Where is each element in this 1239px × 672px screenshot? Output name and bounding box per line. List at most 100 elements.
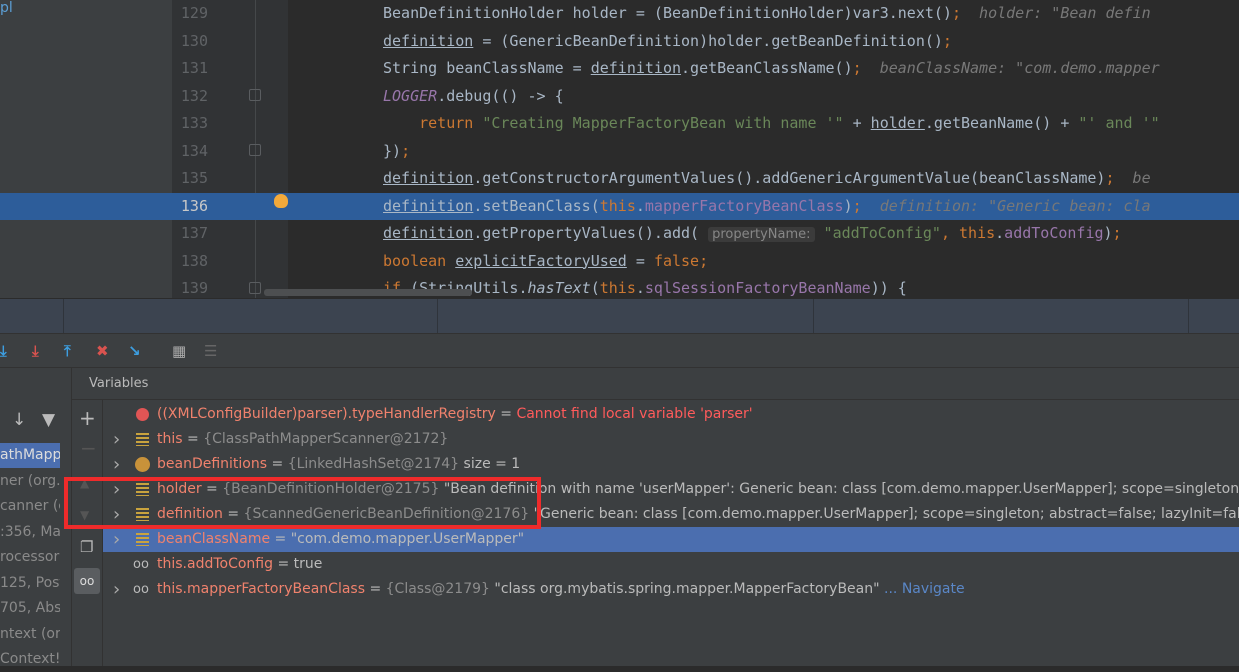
arrow-down-icon[interactable]: ↓: [12, 410, 26, 430]
code-line[interactable]: 129 BeanDefinitionHolder holder = (BeanDe…: [0, 0, 1239, 28]
frames-panel: ↓ ▼ athMappener (org.canner (c:356, Mapr…: [0, 368, 72, 667]
debug-toolbar: ⤓ ⤓ ⤒ ✖ ↘ ▦ ☰: [0, 333, 1239, 368]
code-token: ;: [852, 59, 862, 77]
inline-value-hint: beanClassName: "com.demo.mapper: [861, 59, 1160, 77]
code-text[interactable]: definition.getPropertyValues().add( prop…: [383, 220, 1122, 249]
variable-text: beanClassName = "com.demo.mapper.UserMap…: [157, 531, 525, 547]
lightbulb-icon[interactable]: [274, 194, 288, 208]
variables-header: Variables: [72, 368, 1239, 400]
code-token: }): [383, 141, 402, 160]
step-into-icon[interactable]: ⤓: [0, 342, 7, 360]
code-token: +: [843, 114, 871, 132]
variable-row[interactable]: › beanClassName = "com.demo.mapper.UserMa…: [103, 527, 1239, 552]
variable-text: this.addToConfig = true: [157, 556, 323, 572]
horizontal-scrollbar[interactable]: [264, 289, 472, 296]
code-text[interactable]: BeanDefinitionHolder holder = (BeanDefin…: [383, 0, 1151, 28]
variables-controls: + − ▲ ▼ ❐ oo: [72, 400, 103, 666]
inline-value-hint: holder: "Bean defin: [960, 4, 1151, 22]
line-number: 137: [180, 224, 208, 242]
code-line[interactable]: 132 LOGGER.debug(() -> {: [0, 83, 1239, 111]
copy-icon[interactable]: ❐: [80, 538, 93, 556]
stack-frame[interactable]: ner (org.: [0, 469, 60, 494]
stack-frame[interactable]: rocessors: [0, 545, 60, 570]
trace-icon[interactable]: ☰: [204, 342, 217, 360]
code-text[interactable]: LOGGER.debug(() -> {: [383, 83, 564, 111]
variables-tree: ((XMLConfigBuilder)parser).typeHandlerRe…: [103, 400, 1239, 666]
variable-value: "class org.mybatis.spring.mapper.MapperF…: [494, 581, 880, 597]
code-line[interactable]: 134});: [0, 138, 1239, 166]
fold-icon[interactable]: [249, 144, 261, 156]
code-token: ;: [942, 31, 952, 50]
remove-watch-icon[interactable]: −: [80, 436, 97, 460]
error-icon: [136, 408, 149, 421]
code-text[interactable]: definition = (GenericBeanDefinition)hold…: [383, 28, 952, 56]
variable-name: this.addToConfig: [157, 556, 274, 572]
code-line[interactable]: 130 definition = (GenericBeanDefinition)h…: [0, 28, 1239, 56]
code-token: "' and '": [1078, 114, 1160, 132]
code-text[interactable]: });: [383, 138, 410, 166]
code-text[interactable]: String beanClassName = definition.getBea…: [383, 55, 1160, 83]
drop-frame-icon[interactable]: ✖: [96, 342, 109, 360]
code-token: .: [635, 279, 645, 297]
variable-row[interactable]: › this = {ClassPathMapperScanner@2172}: [103, 427, 1239, 452]
line-number: 131: [180, 59, 208, 77]
code-line[interactable]: 131 String beanClassName = definition.get…: [0, 55, 1239, 83]
code-token: definition: [383, 224, 474, 242]
code-token: .setBeanClass(: [473, 196, 600, 215]
inline-value-hint: be: [1114, 169, 1151, 187]
code-line[interactable]: 135 definition.getConstructorArgumentValu…: [0, 165, 1239, 193]
code-line[interactable]: 136 definition.setBeanClass(this.mapperFa…: [0, 192, 1239, 221]
stack-frame[interactable]: 125, PostP: [0, 571, 60, 596]
variable-value: Cannot find local variable 'parser': [516, 406, 753, 422]
evaluate-expression-icon[interactable]: ▦: [172, 342, 186, 360]
watches-toggle-icon[interactable]: oo: [74, 568, 100, 594]
variable-value: "Generic bean: class [com.demo.mapper.Us…: [533, 506, 1239, 522]
chevron-right-icon[interactable]: ›: [113, 527, 120, 552]
variable-text: beanDefinitions = {LinkedHashSet@2174} s…: [157, 456, 521, 472]
run-to-cursor-icon[interactable]: ↘: [128, 342, 141, 360]
variable-row[interactable]: › beanDefinitions = {LinkedHashSet@2174} …: [103, 452, 1239, 477]
line-number: 135: [180, 169, 208, 187]
variable-value: "com.demo.mapper.UserMapper": [290, 531, 525, 547]
code-text[interactable]: boolean explicitFactoryUsed = false;: [383, 248, 708, 276]
code-text[interactable]: definition.setBeanClass(this.mapperFacto…: [383, 193, 1151, 221]
step-out-icon[interactable]: ⤒: [64, 342, 71, 360]
fold-icon[interactable]: [249, 89, 261, 101]
code-token: "addToConfig": [814, 224, 941, 242]
code-token: definition: [383, 169, 474, 187]
stack-frame[interactable]: :356, Map: [0, 520, 60, 545]
code-token: ;: [401, 141, 411, 160]
navigate-link[interactable]: ... Navigate: [884, 581, 965, 597]
code-text[interactable]: return "Creating MapperFactoryBean with …: [383, 110, 1160, 138]
chevron-right-icon[interactable]: ›: [113, 452, 120, 477]
stack-frame[interactable]: 705, Abstr: [0, 596, 60, 621]
variable-row[interactable]: › oo this.mapperFactoryBeanClass = {Class@…: [103, 577, 1239, 602]
code-token: ): [1103, 224, 1113, 242]
code-token: addToConfig: [1004, 224, 1104, 242]
code-token: , this: [940, 224, 996, 242]
chevron-right-icon[interactable]: ›: [113, 427, 120, 452]
fold-icon[interactable]: [249, 282, 261, 294]
inline-value-hint: definition: "Generic bean: cla: [861, 196, 1151, 215]
stack-frame[interactable]: canner (c: [0, 494, 60, 519]
code-line[interactable]: 133 return "Creating MapperFactoryBean w…: [0, 110, 1239, 138]
stack-frame[interactable]: Context! o: [0, 647, 60, 672]
add-watch-icon[interactable]: +: [79, 406, 96, 430]
code-line[interactable]: 137 definition.getPropertyValues().add( p…: [0, 220, 1239, 248]
code-token: false;: [653, 251, 709, 270]
line-number: 134: [180, 141, 208, 160]
variable-name: beanDefinitions: [157, 456, 268, 472]
variable-row[interactable]: oo this.addToConfig = true: [103, 552, 1239, 577]
stack-frame[interactable]: athMappe: [0, 443, 60, 468]
code-line[interactable]: 138 boolean explicitFactoryUsed = false;: [0, 248, 1239, 276]
code-token: ;: [951, 4, 961, 22]
filter-icon[interactable]: ▼: [42, 410, 55, 430]
code-token: ;: [1112, 224, 1122, 242]
stack-frame[interactable]: ntext (org: [0, 622, 60, 647]
variable-value: "Bean definition with name 'userMapper':…: [443, 481, 1239, 497]
variable-row[interactable]: ((XMLConfigBuilder)parser).typeHandlerRe…: [103, 402, 1239, 427]
code-text[interactable]: definition.getConstructorArgumentValues(…: [383, 165, 1151, 193]
code-token: ): [843, 196, 853, 215]
chevron-right-icon[interactable]: ›: [113, 577, 120, 602]
force-step-into-icon[interactable]: ⤓: [32, 342, 39, 360]
